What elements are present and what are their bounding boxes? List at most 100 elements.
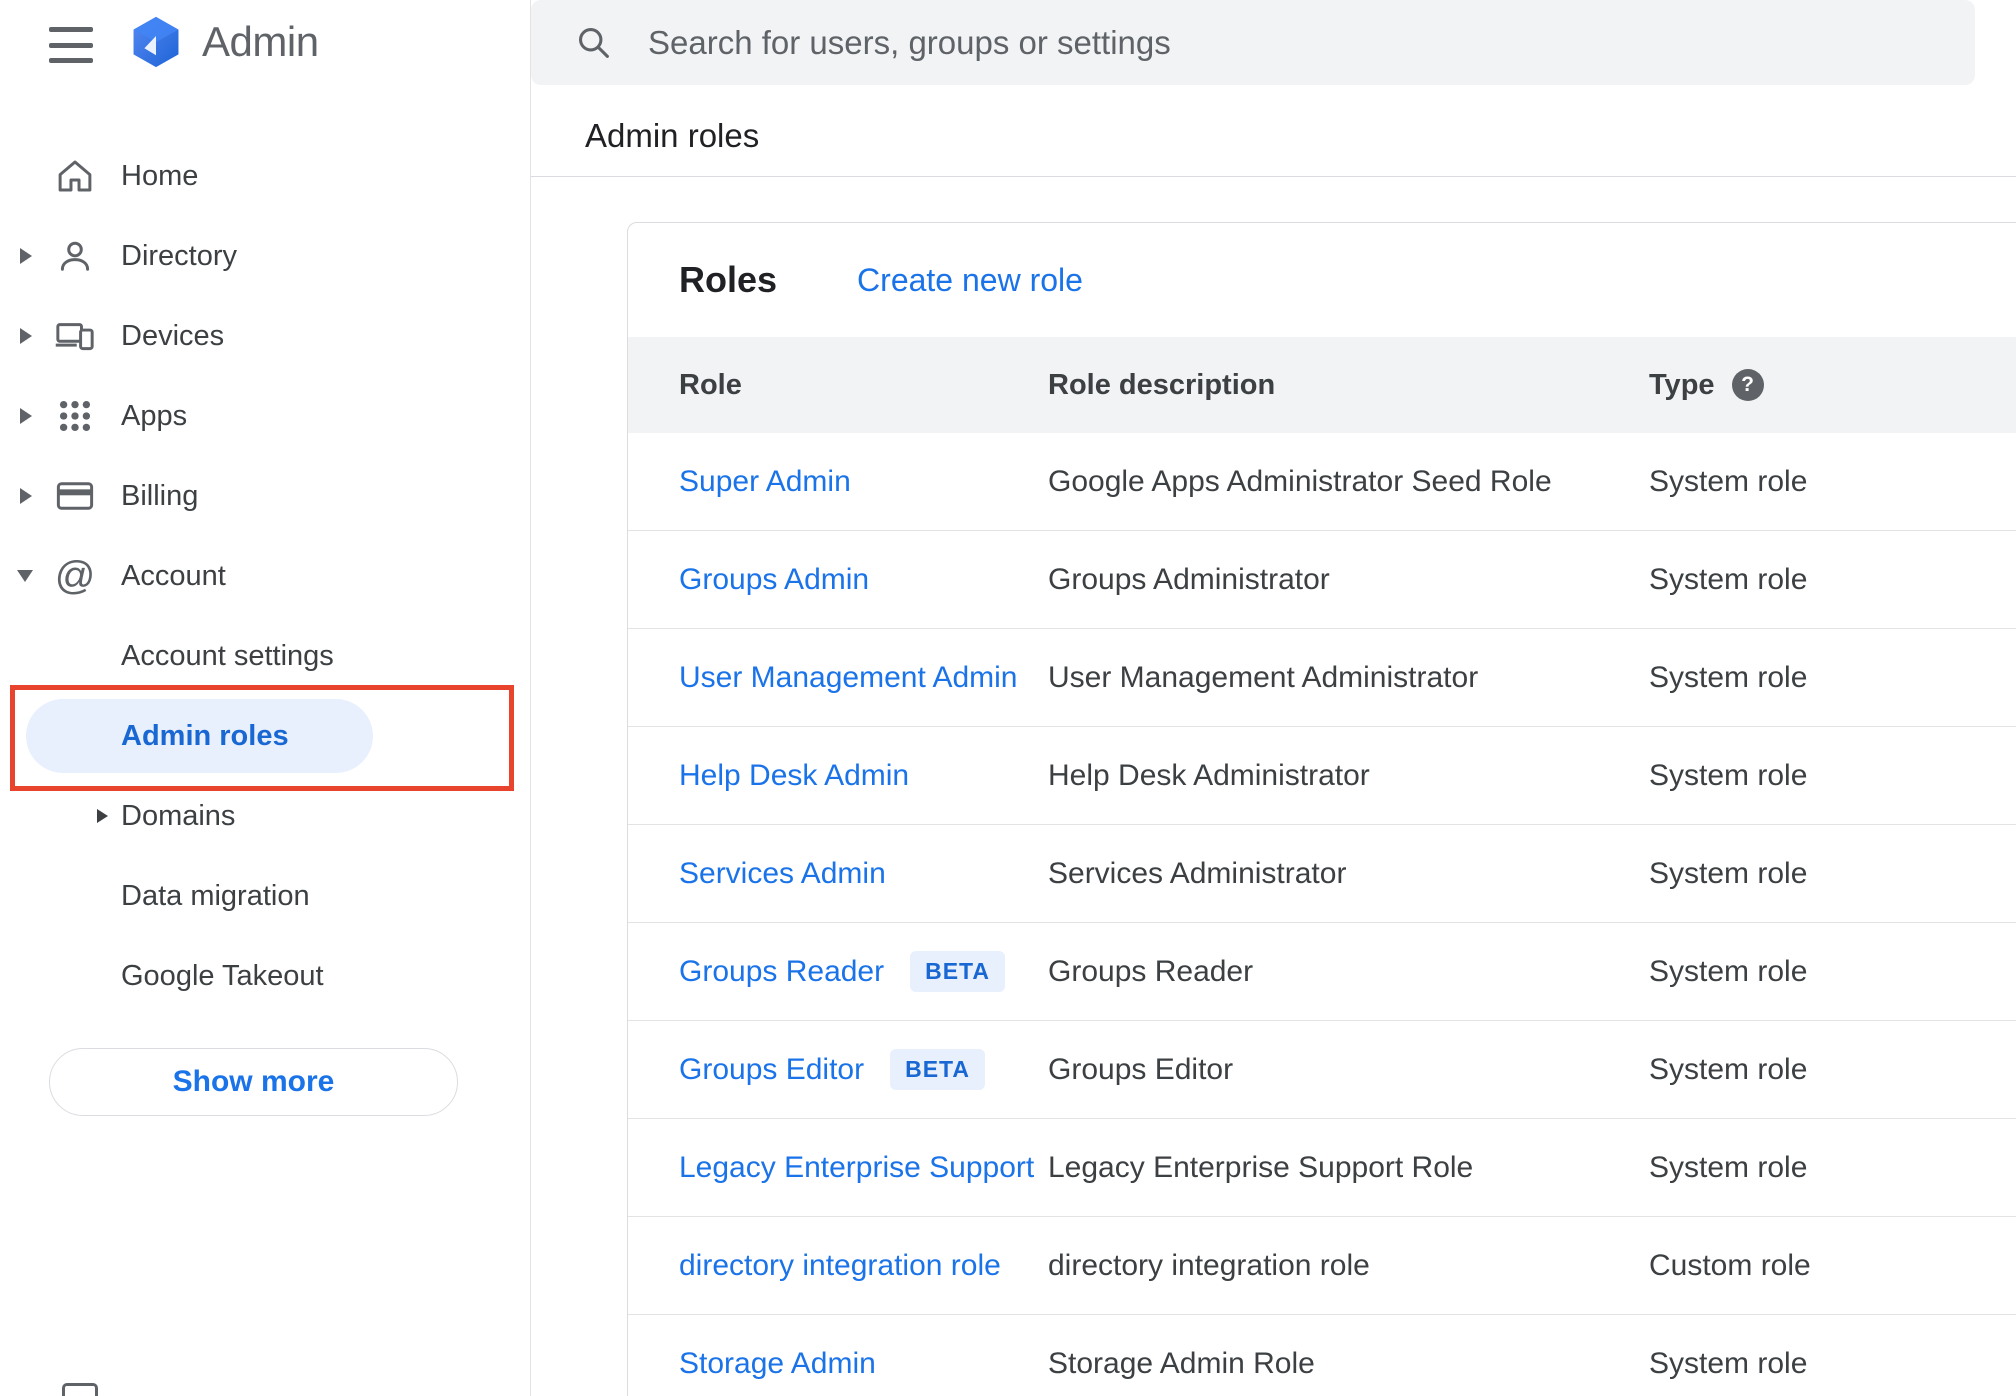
role-type: Custom role [1649, 1248, 1811, 1282]
sidebar-item-label: Account [121, 559, 226, 592]
admin-hexagon-icon [133, 16, 179, 68]
role-link[interactable]: Groups Admin [679, 563, 869, 597]
sidebar-item-billing[interactable]: Billing [0, 456, 531, 536]
role-description: Storage Admin Role [1048, 1346, 1315, 1380]
role-type: System role [1649, 954, 1808, 988]
apps-grid-icon [52, 393, 98, 439]
sidebar-item-account[interactable]: @ Account [0, 536, 531, 616]
sidebar-item-label: Google Takeout [121, 959, 324, 992]
role-description: Help Desk Administrator [1048, 758, 1370, 792]
chevron-right-icon[interactable] [20, 248, 32, 264]
sidebar-item-account-settings[interactable]: Account settings [0, 616, 531, 696]
table-row: Storage Admin Storage Admin Role System … [628, 1315, 2016, 1396]
column-header-description: Role description [1048, 368, 1276, 401]
roles-card: Roles Create new role Role Role descript… [627, 222, 2016, 1396]
sidebar-item-data-migration[interactable]: Data migration [0, 856, 531, 936]
role-link[interactable]: Storage Admin [679, 1347, 876, 1381]
sidebar-item-label: Home [121, 159, 199, 192]
chevron-down-icon[interactable] [17, 570, 33, 582]
sidebar-item-domains[interactable]: Domains [0, 776, 531, 856]
beta-badge: BETA [890, 1049, 985, 1090]
table-row: Groups Admin Groups Administrator System… [628, 531, 2016, 629]
role-description: Groups Reader [1048, 954, 1254, 988]
header-divider [531, 176, 2016, 177]
search-icon[interactable] [575, 24, 612, 61]
table-row: Legacy Enterprise Support Legacy Enterpr… [628, 1119, 2016, 1217]
sidebar-item-directory[interactable]: Directory [0, 216, 531, 296]
chevron-right-icon[interactable] [20, 488, 32, 504]
sidebar-item-label: Directory [121, 239, 238, 272]
sidebar-item-label: Apps [121, 399, 188, 432]
sidebar-item-label: Admin roles [121, 719, 289, 752]
role-type: System role [1649, 464, 1808, 498]
sidebar-item-admin-roles[interactable]: Admin roles [0, 696, 531, 776]
billing-card-icon [52, 473, 98, 519]
hamburger-menu-icon[interactable] [49, 27, 93, 63]
table-row: User Management Admin User Management Ad… [628, 629, 2016, 727]
column-header-role: Role [679, 368, 742, 401]
role-link[interactable]: Help Desk Admin [679, 759, 909, 793]
role-description: Services Administrator [1048, 856, 1347, 890]
role-link[interactable]: directory integration role [679, 1249, 1001, 1283]
sidebar: Admin Home Directory Devices Apps Billin… [0, 0, 531, 1396]
beta-badge: BETA [910, 951, 1006, 992]
sidebar-item-home[interactable]: Home [0, 136, 531, 216]
role-link[interactable]: User Management Admin [679, 661, 1018, 695]
admin-console-page: Admin Home Directory Devices Apps Billin… [0, 0, 2016, 1396]
show-more-button[interactable]: Show more [49, 1048, 458, 1116]
role-description: User Management Administrator [1048, 660, 1479, 694]
table-row: Groups Editor BETA Groups Editor System … [628, 1021, 2016, 1119]
page-title: Admin roles [585, 117, 760, 154]
role-link[interactable]: Groups Editor [679, 1053, 864, 1087]
role-description: Google Apps Administrator Seed Role [1048, 464, 1552, 498]
roles-table-body: Super Admin Google Apps Administrator Se… [628, 433, 2016, 1396]
role-description: Groups Editor [1048, 1052, 1234, 1086]
help-icon[interactable]: ? [1731, 369, 1764, 401]
table-row: Groups Reader BETA Groups Reader System … [628, 923, 2016, 1021]
sidebar-item-label: Billing [121, 479, 199, 512]
person-icon [52, 233, 98, 279]
role-description: Groups Administrator [1048, 562, 1330, 596]
sidebar-item-apps[interactable]: Apps [0, 376, 531, 456]
sidebar-item-label: Domains [121, 799, 236, 832]
search-input[interactable] [648, 23, 1945, 62]
sidebar-item-label: Data migration [121, 879, 310, 912]
table-row: Super Admin Google Apps Administrator Se… [628, 433, 2016, 531]
partial-bottom-icon [62, 1383, 98, 1396]
role-type: System role [1649, 562, 1808, 596]
devices-icon [52, 313, 98, 359]
sidebar-item-devices[interactable]: Devices [0, 296, 531, 376]
role-type: System role [1649, 1150, 1808, 1184]
role-link[interactable]: Super Admin [679, 465, 851, 499]
sidebar-item-google-takeout[interactable]: Google Takeout [0, 936, 531, 1016]
role-type: System role [1649, 1052, 1808, 1086]
table-row: Help Desk Admin Help Desk Administrator … [628, 727, 2016, 825]
role-link[interactable]: Groups Reader [679, 955, 884, 989]
app-logo: Admin [127, 13, 319, 71]
sidebar-nav: Home Directory Devices Apps Billing @ Ac… [0, 136, 531, 1016]
app-logo-text: Admin [202, 18, 319, 65]
role-type: System role [1649, 660, 1808, 694]
role-type: System role [1649, 856, 1808, 890]
create-new-role-link[interactable]: Create new role [857, 262, 1083, 299]
search-bar[interactable] [531, 0, 1975, 85]
role-type: System role [1649, 1346, 1808, 1380]
column-header-type: Type ? [1649, 369, 2016, 402]
role-link[interactable]: Services Admin [679, 857, 886, 891]
home-icon [52, 153, 98, 199]
sidebar-item-label: Devices [121, 319, 225, 352]
role-type: System role [1649, 758, 1808, 792]
role-description: directory integration role [1048, 1248, 1370, 1282]
chevron-right-icon[interactable] [97, 809, 108, 823]
chevron-right-icon[interactable] [20, 408, 32, 424]
role-description: Legacy Enterprise Support Role [1048, 1150, 1474, 1184]
card-title: Roles [679, 259, 778, 300]
chevron-right-icon[interactable] [20, 328, 32, 344]
sidebar-item-label: Account settings [121, 639, 334, 672]
table-row: Services Admin Services Administrator Sy… [628, 825, 2016, 923]
role-link[interactable]: Legacy Enterprise Support [679, 1151, 1034, 1185]
roles-card-header: Roles Create new role [628, 223, 2016, 337]
account-at-icon: @ [54, 554, 96, 598]
table-header-row: Role Role description Type ? [628, 337, 2016, 433]
table-row: directory integration role directory int… [628, 1217, 2016, 1315]
